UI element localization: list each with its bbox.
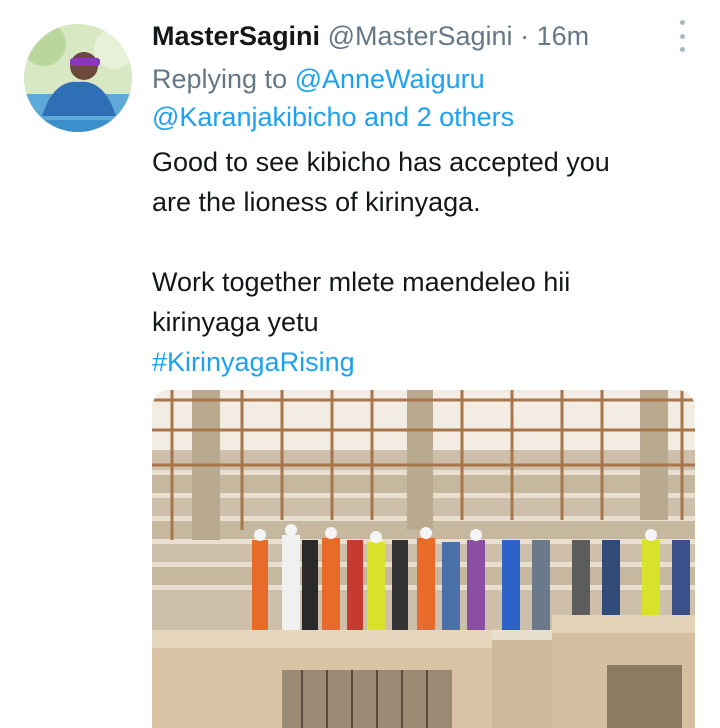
dot — [679, 20, 685, 25]
tweet-text: Good to see kibicho has accepted you are… — [152, 142, 690, 382]
timestamp[interactable]: 16m — [537, 21, 590, 51]
tweet-photo[interactable] — [152, 390, 695, 728]
dot — [679, 47, 685, 52]
tweet-text-line: Good to see kibicho has accepted you — [152, 147, 610, 177]
tweet-text-line: Work together mlete maendeleo hii — [152, 267, 571, 297]
replying-to: Replying to @AnneWaiguru @Karanjakibicho… — [152, 60, 514, 136]
mention-others[interactable]: @Karanjakibicho and 2 others — [152, 102, 514, 132]
more-vertical-icon[interactable] — [674, 20, 690, 52]
tweet-text-line: are the lioness of kirinyaga. — [152, 187, 481, 217]
tweet-header: MasterSagini @MasterSagini · 16m — [152, 18, 680, 54]
tweet-text-line: kirinyaga yetu — [152, 307, 319, 337]
display-name[interactable]: MasterSagini — [152, 21, 320, 51]
replying-prefix: Replying to — [152, 64, 288, 94]
dot — [679, 33, 685, 39]
separator-dot: · — [520, 21, 530, 51]
mention-annewaiguru[interactable]: @AnneWaiguru — [295, 64, 485, 94]
handle[interactable]: @MasterSagini — [328, 21, 513, 51]
avatar[interactable] — [24, 24, 132, 132]
avatar-image — [24, 24, 132, 132]
hashtag-link[interactable]: #KirinyagaRising — [152, 342, 690, 382]
construction-site-image — [152, 390, 695, 728]
